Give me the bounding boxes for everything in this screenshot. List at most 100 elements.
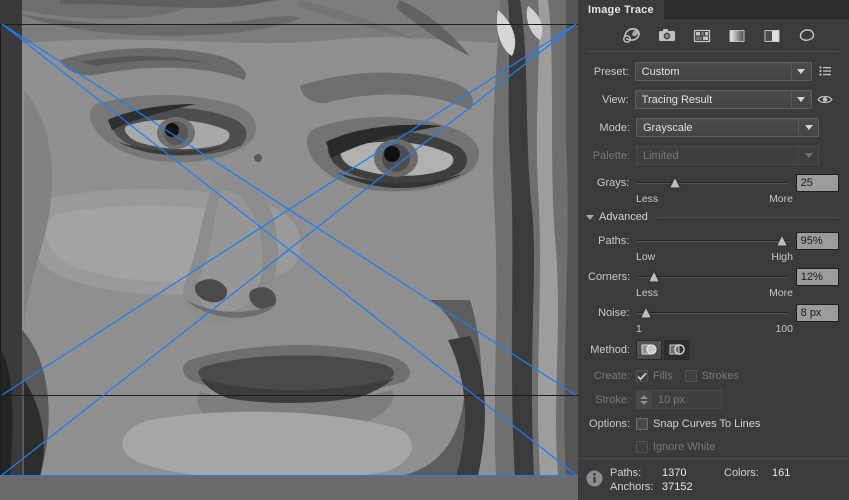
paths-slider-thumb[interactable] — [775, 233, 789, 247]
corners-slider[interactable] — [636, 267, 790, 287]
view-value: Tracing Result — [641, 93, 713, 106]
paths-value-field[interactable]: 95% — [795, 232, 839, 250]
corners-min-label: Less — [636, 287, 659, 299]
status-paths-label: Paths: — [610, 466, 642, 479]
ignore-white-checkbox — [636, 441, 648, 453]
palette-dropdown: Limited — [636, 146, 819, 165]
grays-slider[interactable] — [635, 173, 789, 193]
options-row: Options: Snap Curves To Lines — [588, 415, 839, 433]
artwork-left-edge — [0, 24, 1, 476]
image-trace-panel: Image Trace Preset: Custom View: Tracing… — [578, 0, 849, 500]
image-trace-application: Image Trace Preset: Custom View: Tracing… — [0, 0, 849, 500]
palette-value: Limited — [643, 149, 679, 162]
status-paths-value: 1370 — [662, 466, 687, 479]
panel-divider — [588, 51, 839, 52]
chevron-down-icon — [586, 214, 594, 220]
paths-min-label: Low — [636, 251, 656, 263]
paths-slider[interactable] — [635, 231, 789, 251]
create-label: Create: — [593, 370, 630, 382]
tab-image-trace[interactable]: Image Trace — [578, 0, 664, 19]
artboard-canvas[interactable] — [0, 0, 578, 500]
view-label: View: — [601, 93, 629, 106]
abutting-method-icon[interactable] — [636, 339, 662, 360]
paths-row: Paths: 95% — [588, 231, 839, 251]
preset-row: Preset: Custom — [588, 61, 839, 82]
preset-dropdown[interactable]: Custom — [634, 62, 812, 81]
stepper-arrows-icon — [637, 391, 652, 408]
method-label: Method: — [590, 343, 630, 356]
snap-curves-checkbox[interactable] — [636, 418, 648, 430]
corners-max-label: More — [769, 287, 793, 299]
advanced-disclosure[interactable]: Advanced — [582, 211, 839, 223]
paths-label: Paths: — [598, 235, 630, 247]
ignore-white-row: Ignore White — [588, 438, 839, 456]
mode-value: Grayscale — [643, 121, 693, 134]
trace-status-bar: Paths: 1370 Colors: 161 Anchors: 37152 — [578, 458, 849, 500]
palette-row: Palette: Limited — [588, 145, 839, 166]
mode-label: Mode: — [599, 121, 630, 134]
slider-track — [637, 182, 788, 184]
mode-dropdown[interactable]: Grayscale — [636, 118, 819, 137]
grays-min-label: Less — [636, 193, 659, 205]
options-label: Options: — [589, 418, 630, 430]
status-colors-label: Colors: — [724, 466, 759, 479]
artwork-top-edge — [0, 24, 578, 25]
chevron-down-icon — [790, 91, 811, 108]
paths-max-label: High — [771, 251, 793, 263]
noise-slider[interactable] — [635, 303, 789, 323]
grays-slider-thumb[interactable] — [669, 175, 682, 189]
stroke-row: Stroke: 10 px — [588, 390, 839, 409]
high-color-icon[interactable] — [656, 25, 678, 45]
trace-preset-icon-strip — [578, 19, 849, 51]
stroke-value: 10 px — [658, 393, 685, 406]
traced-artwork[interactable] — [0, 0, 578, 476]
paths-scale: Low High — [636, 251, 793, 263]
noise-label: Noise: — [598, 307, 630, 319]
auto-color-icon[interactable] — [621, 25, 643, 45]
black-and-white-icon[interactable] — [761, 25, 783, 45]
grays-max-label: More — [769, 193, 793, 205]
preset-menu-icon[interactable] — [812, 62, 839, 81]
grays-row: Grays: 25 — [588, 173, 839, 193]
mode-row: Mode: Grayscale — [588, 117, 839, 138]
status-anchors-label: Anchors: — [610, 480, 654, 493]
noise-min-label: 1 — [636, 323, 642, 335]
noise-value-field[interactable]: 8 px — [795, 304, 839, 322]
status-anchors-value: 37152 — [662, 480, 693, 493]
preset-label: Preset: — [593, 65, 629, 78]
chevron-down-icon — [790, 63, 811, 80]
ignore-white-label: Ignore White — [653, 441, 716, 453]
noise-scale: 1 100 — [636, 323, 793, 335]
noise-row: Noise: 8 px — [588, 303, 839, 323]
grays-value-field[interactable]: 25 — [795, 174, 839, 192]
strokes-checkbox — [684, 370, 697, 382]
fills-label: Fills — [653, 370, 673, 382]
snap-curves-label: Snap Curves To Lines — [653, 418, 761, 430]
view-dropdown[interactable]: Tracing Result — [634, 90, 812, 109]
corners-slider-thumb[interactable] — [648, 269, 661, 283]
corners-value-field[interactable]: 12% — [795, 268, 839, 286]
strokes-label: Strokes — [701, 370, 739, 382]
stroke-label: Stroke: — [595, 393, 630, 406]
view-row: View: Tracing Result — [588, 89, 839, 110]
slider-track — [637, 312, 788, 314]
info-icon[interactable] — [586, 470, 603, 490]
status-values: Paths: 1370 Colors: 161 Anchors: 37152 — [610, 467, 790, 493]
panel-header: Image Trace — [578, 0, 849, 19]
advanced-rule — [656, 216, 839, 218]
noise-slider-thumb[interactable] — [639, 305, 653, 319]
fills-checkbox — [636, 370, 648, 382]
traced-portrait-svg — [0, 0, 578, 476]
artwork-bottom-edge — [0, 395, 578, 396]
chevron-down-icon — [798, 147, 818, 164]
stroke-stepper: 10 px — [636, 390, 722, 409]
overlapping-method-icon[interactable] — [664, 339, 690, 360]
noise-max-label: 100 — [775, 323, 793, 335]
low-color-icon[interactable] — [691, 25, 713, 45]
outline-icon[interactable] — [796, 25, 818, 45]
status-colors-value: 161 — [772, 466, 791, 479]
grayscale-icon[interactable] — [726, 25, 748, 45]
eye-icon[interactable] — [812, 90, 839, 109]
corners-row: Corners: 12% — [588, 267, 839, 287]
preset-value: Custom — [641, 65, 680, 78]
